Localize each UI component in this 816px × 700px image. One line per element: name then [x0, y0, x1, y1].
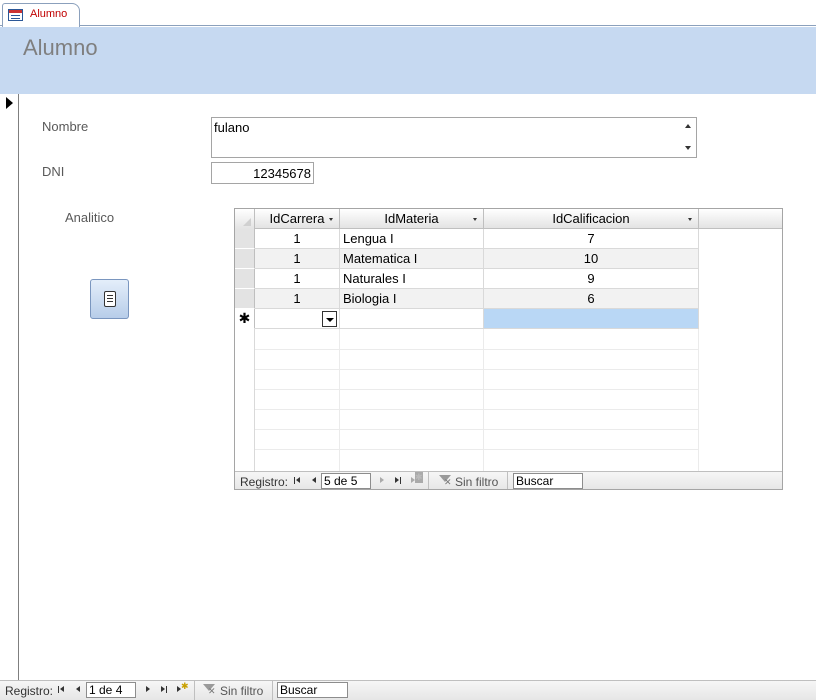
- table-row[interactable]: 1 Biologia I 6: [235, 289, 699, 309]
- column-header-idcarrera[interactable]: IdCarrera: [255, 209, 340, 229]
- analitico-subform[interactable]: IdCarrera IdMateria IdCalificacion 1 Len…: [234, 208, 783, 490]
- column-header-idcalificacion[interactable]: IdCalificacion: [484, 209, 699, 229]
- filter-icon[interactable]: [438, 474, 452, 488]
- analitico-label: Analitico: [65, 210, 115, 225]
- tab-label: Alumno: [30, 8, 68, 20]
- form-record-navigator: Registro: 1 de 4 Sin filtro Buscar: [0, 680, 816, 700]
- new-record-icon[interactable]: [409, 472, 423, 487]
- last-record-icon[interactable]: [392, 475, 404, 487]
- filter-icon[interactable]: [202, 683, 216, 697]
- scroll-down-icon[interactable]: [685, 146, 691, 150]
- cell-idcarrera[interactable]: 1: [255, 289, 340, 309]
- new-idcarrera-combo[interactable]: [255, 309, 340, 329]
- dni-label: DNI: [42, 164, 65, 179]
- cell-idcalificacion[interactable]: 7: [484, 229, 699, 249]
- row-selector[interactable]: [235, 289, 255, 309]
- cell-idcalificacion[interactable]: 9: [484, 269, 699, 289]
- nombre-scrollbar[interactable]: [680, 118, 696, 157]
- nombre-label: Nombre: [42, 119, 89, 134]
- row-selector[interactable]: [235, 229, 255, 249]
- empty-datasheet-area: [235, 329, 699, 471]
- previous-record-icon[interactable]: [308, 475, 320, 487]
- nav-label: Registro:: [5, 684, 54, 698]
- last-record-icon[interactable]: [158, 684, 170, 696]
- form-icon: [8, 9, 23, 21]
- report-icon: [104, 291, 116, 307]
- combo-dropdown-icon[interactable]: [322, 311, 337, 327]
- new-idcalificacion-cell[interactable]: [484, 309, 699, 329]
- cell-idmateria[interactable]: Lengua I: [340, 229, 484, 249]
- cell-idmateria[interactable]: Naturales I: [340, 269, 484, 289]
- first-record-icon[interactable]: [292, 475, 304, 487]
- current-record-input[interactable]: 5 de 5: [321, 473, 371, 489]
- column-header-idmateria[interactable]: IdMateria: [340, 209, 484, 229]
- cell-idcalificacion[interactable]: 6: [484, 289, 699, 309]
- datasheet-header: IdCarrera IdMateria IdCalificacion: [235, 209, 782, 229]
- column-dropdown-icon[interactable]: [688, 218, 692, 221]
- next-record-icon[interactable]: [143, 684, 155, 696]
- filter-status[interactable]: Sin filtro: [220, 684, 263, 698]
- scroll-up-icon[interactable]: [685, 124, 691, 128]
- cell-idcalificacion[interactable]: 10: [484, 249, 699, 269]
- report-button[interactable]: [90, 279, 129, 319]
- search-input[interactable]: Buscar: [513, 473, 583, 489]
- cell-idcarrera[interactable]: 1: [255, 269, 340, 289]
- new-record-row[interactable]: ✱: [235, 309, 699, 329]
- nombre-value: fulano: [214, 120, 250, 135]
- table-row[interactable]: 1 Matematica I 10: [235, 249, 699, 269]
- subform-record-navigator: Registro: 5 de 5 Sin filtro Buscar: [235, 471, 782, 489]
- nav-label: Registro:: [240, 475, 289, 489]
- first-record-icon[interactable]: [56, 684, 68, 696]
- row-selector[interactable]: [235, 249, 255, 269]
- next-record-icon[interactable]: [377, 475, 389, 487]
- row-selector[interactable]: [235, 269, 255, 289]
- new-record-marker[interactable]: ✱: [235, 309, 255, 329]
- new-idmateria-cell[interactable]: [340, 309, 484, 329]
- cell-idcarrera[interactable]: 1: [255, 229, 340, 249]
- previous-record-icon[interactable]: [72, 684, 84, 696]
- cell-idmateria[interactable]: Biologia I: [340, 289, 484, 309]
- document-tab-strip: Alumno: [0, 0, 816, 27]
- column-dropdown-icon[interactable]: [473, 218, 477, 221]
- cell-idcarrera[interactable]: 1: [255, 249, 340, 269]
- search-input[interactable]: Buscar: [277, 682, 348, 698]
- select-all-corner[interactable]: [235, 209, 255, 229]
- current-record-input[interactable]: 1 de 4: [86, 682, 136, 698]
- form-title: Alumno: [23, 35, 98, 60]
- table-row[interactable]: 1 Naturales I 9: [235, 269, 699, 289]
- new-record-icon[interactable]: [175, 681, 189, 696]
- cell-idmateria[interactable]: Matematica I: [340, 249, 484, 269]
- filter-status[interactable]: Sin filtro: [455, 475, 498, 489]
- dni-field[interactable]: 12345678: [211, 162, 314, 184]
- column-dropdown-icon[interactable]: [329, 218, 333, 221]
- nombre-field[interactable]: fulano: [211, 117, 697, 158]
- dni-value: 12345678: [253, 166, 311, 181]
- document-tab-alumno[interactable]: Alumno: [2, 3, 80, 27]
- form-header: Alumno: [0, 27, 816, 94]
- table-row[interactable]: 1 Lengua I 7: [235, 229, 699, 249]
- record-selector[interactable]: [0, 94, 19, 680]
- current-record-arrow-icon: [6, 97, 13, 109]
